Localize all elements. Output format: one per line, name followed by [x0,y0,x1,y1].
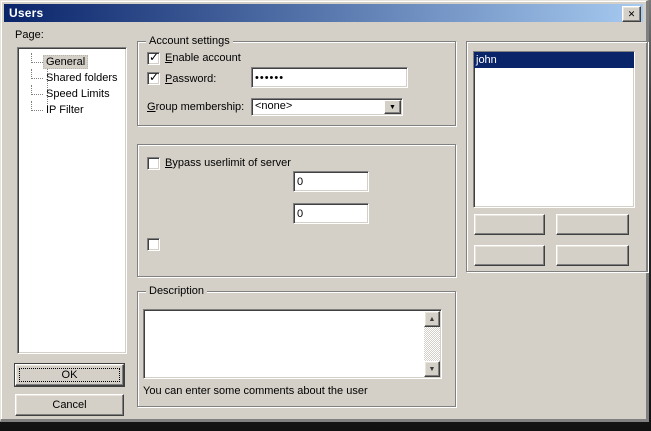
description-title: Description [146,285,207,298]
page-tree[interactable]: General Shared folders Speed Limits IP F… [17,47,127,354]
description-text [146,312,423,376]
cancel-button[interactable]: Cancel [15,394,124,416]
account-settings-title: Account settings [146,35,233,48]
description-textarea[interactable]: ▲ ▼ [143,309,442,379]
scroll-down-icon[interactable]: ▼ [424,361,440,377]
chevron-down-icon[interactable]: ▼ [384,100,401,114]
users-listbox[interactable]: john [473,51,635,208]
enable-account-checkbox[interactable] [147,52,160,65]
bypass-userlimit-label[interactable]: Bypass userlimit of server [165,157,291,169]
window-title: Users [9,6,43,20]
group-membership-label: Group membership: [147,101,244,113]
tree-branch-icon [31,53,43,63]
description-scrollbar[interactable]: ▲ ▼ [424,311,440,377]
tree-item-general[interactable]: General [18,54,88,70]
password-checkbox[interactable] [147,72,160,85]
bypass-userlimit-checkbox[interactable] [147,157,160,170]
enable-account-label[interactable]: Enable account [165,52,241,64]
close-button[interactable]: ✕ [622,6,641,22]
scroll-up-icon[interactable]: ▲ [424,311,440,327]
tree-item-ip-filter[interactable]: IP Filter [18,102,87,118]
password-input[interactable] [251,67,408,88]
titlebar[interactable]: Users ✕ [4,4,643,22]
conn-per-ip-input[interactable] [293,203,369,224]
ok-button[interactable]: OK [15,364,124,386]
tree-item-shared-folders[interactable]: Shared folders [18,70,121,86]
rename-button[interactable] [474,245,545,266]
copy-button[interactable] [556,245,629,266]
remove-button[interactable] [556,214,629,235]
force-ssl-checkbox[interactable] [147,238,160,251]
password-label[interactable]: Password: [165,73,216,85]
user-list-item[interactable]: john [474,52,634,68]
screen: { "window": { "title": "Users", "close_g… [0,0,651,431]
add-button[interactable] [474,214,545,235]
max-connections-input[interactable] [293,171,369,192]
group-membership-select[interactable]: <none> ▼ [251,98,403,116]
tree-branch-icon [31,69,43,79]
focus-rect [19,368,120,382]
tree-branch-icon [31,85,43,95]
users-dialog: Users ✕ Page: General Shared folders Spe… [0,0,649,422]
description-hint: You can enter some comments about the us… [143,385,368,397]
close-icon: ✕ [628,10,636,19]
tree-branch-icon [31,101,43,111]
group-membership-value: <none> [255,100,384,112]
tree-item-speed-limits[interactable]: Speed Limits [18,86,113,102]
page-label: Page: [15,29,44,41]
